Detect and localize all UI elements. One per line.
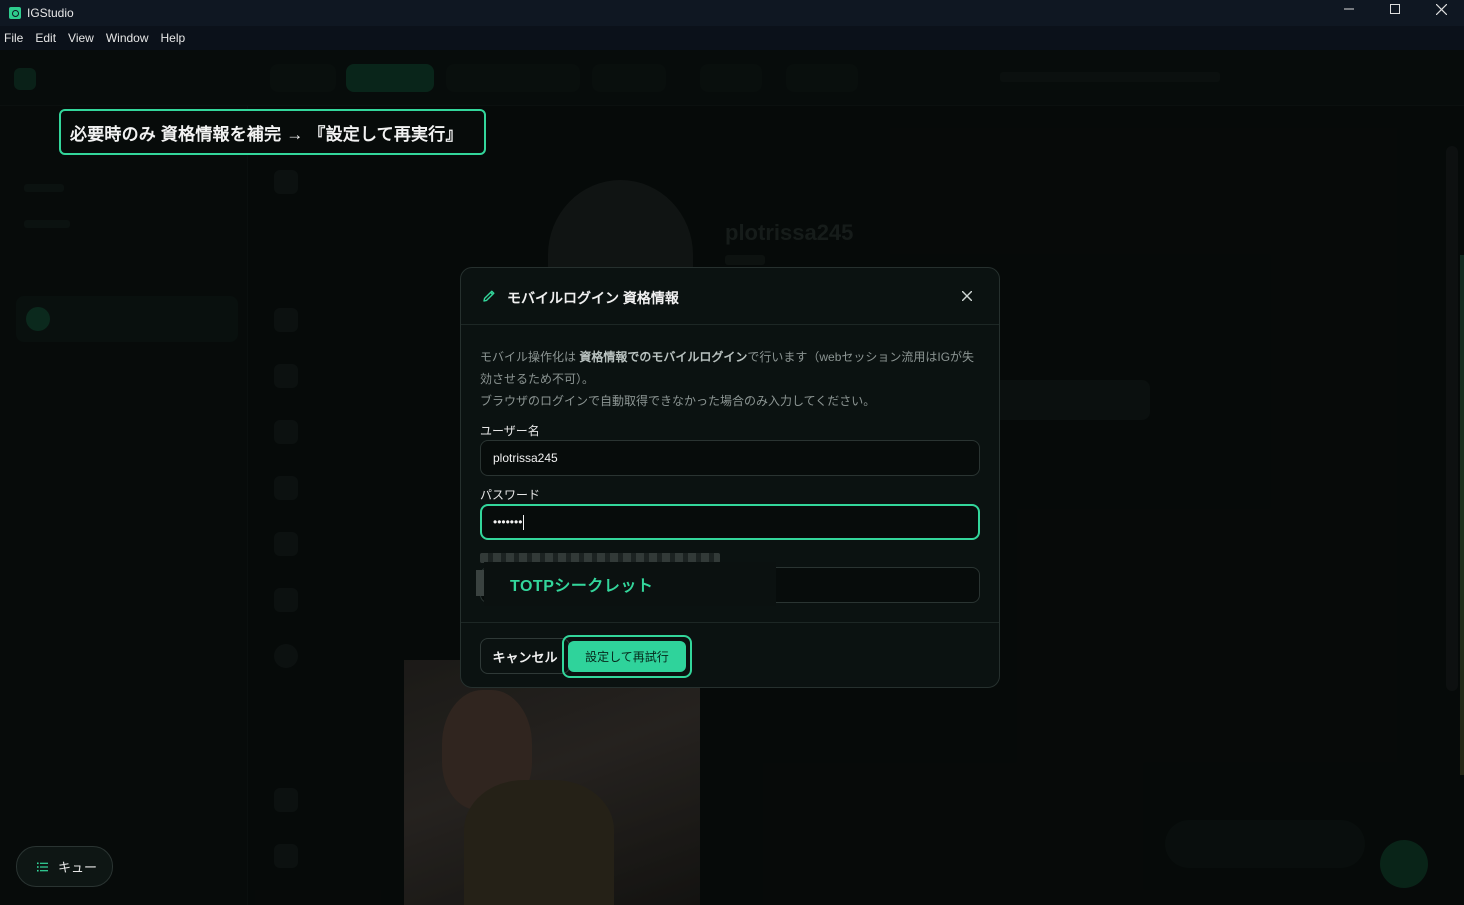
queue-label: キュー: [58, 860, 98, 875]
modal-footer: キャンセル 設定して再試行: [461, 622, 999, 688]
menu-edit[interactable]: Edit: [35, 31, 56, 45]
password-label: パスワード: [480, 488, 541, 502]
totp-redaction-strip: [476, 570, 484, 596]
list-icon: [37, 862, 48, 871]
username-field[interactable]: plotrissa245: [480, 440, 980, 476]
right-edge-strip: [1460, 255, 1464, 775]
desc-bold: 資格情報でのモバイルログイン: [579, 350, 748, 364]
minimize-icon[interactable]: [1326, 0, 1372, 18]
pencil-icon: [483, 290, 495, 302]
menu-file[interactable]: File: [4, 31, 23, 45]
title-bar: IGStudio: [0, 0, 1464, 26]
username-label: ユーザー名: [480, 424, 540, 438]
app-logo-icon: [9, 7, 21, 19]
window-controls: [1326, 0, 1464, 26]
tutorial-callout: 必要時のみ 資格情報を補完 → 『設定して再実行』: [59, 109, 486, 155]
totp-annotation-text: TOTPシークレット: [510, 578, 654, 595]
menu-window[interactable]: Window: [106, 31, 149, 45]
modal-description: モバイル操作化は 資格情報でのモバイルログインで行います（webセッション流用は…: [480, 346, 980, 412]
close-icon[interactable]: [957, 286, 977, 306]
maximize-icon[interactable]: [1372, 0, 1418, 18]
password-field[interactable]: •••••••: [480, 504, 980, 540]
queue-button[interactable]: キュー: [16, 846, 113, 887]
desc-part1: モバイル操作化は: [480, 350, 580, 364]
username-value: plotrissa245: [493, 451, 558, 465]
password-value: •••••••: [493, 515, 523, 529]
modal-title: モバイルログイン 資格情報: [507, 290, 679, 306]
close-icon[interactable]: [1418, 0, 1464, 18]
set-and-retry-button[interactable]: 設定して再試行: [568, 641, 686, 672]
totp-annotation: TOTPシークレット: [484, 562, 776, 606]
retry-highlight: 設定して再試行: [562, 635, 692, 678]
menu-view[interactable]: View: [68, 31, 94, 45]
menu-help[interactable]: Help: [161, 31, 186, 45]
callout-text: 必要時のみ 資格情報を補完 → 『設定して再実行』: [70, 124, 463, 144]
credentials-modal: モバイルログイン 資格情報 モバイル操作化は 資格情報でのモバイルログインで行い…: [460, 267, 1000, 688]
window-title: IGStudio: [27, 6, 74, 20]
text-caret: [523, 514, 525, 530]
menu-bar: File Edit View Window Help: [0, 26, 1464, 50]
cancel-button[interactable]: キャンセル: [480, 638, 570, 674]
desc-line2: ブラウザのログインで自動取得できなかった場合のみ入力してください。: [480, 394, 876, 408]
modal-header: モバイルログイン 資格情報: [461, 268, 999, 325]
